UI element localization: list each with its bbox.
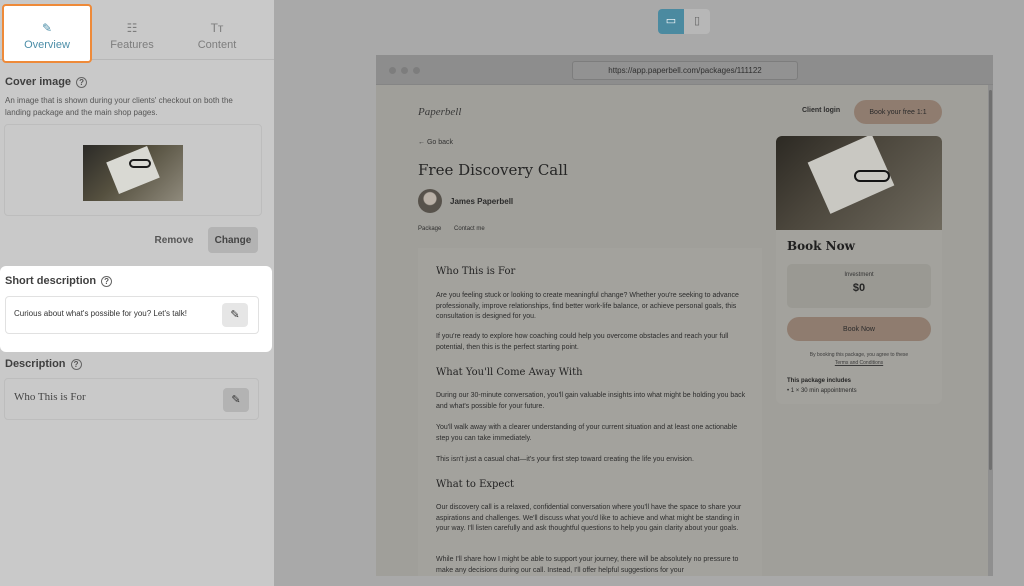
- device-toggle: ▭ ▯: [658, 9, 710, 34]
- preview-page: Paperbell Client login Book your free 1:…: [376, 85, 988, 576]
- address-bar[interactable]: https://app.paperbell.com/packages/11112…: [572, 61, 798, 80]
- tab-content[interactable]: Tт Content: [176, 0, 258, 60]
- window-dot-maximize: [413, 67, 420, 74]
- description-title: Description ?: [5, 358, 82, 370]
- section-heading: What You'll Come Away With: [436, 367, 583, 378]
- book-now-button[interactable]: Book Now: [787, 317, 931, 341]
- terms-link[interactable]: Terms and Conditions: [835, 360, 883, 366]
- cover-image: [776, 136, 942, 230]
- scrollbar[interactable]: [988, 85, 993, 576]
- paragraph: This isn't just a casual chat—it's your …: [436, 456, 694, 463]
- short-description-title: Short description ?: [5, 275, 113, 287]
- terms-notice-text: By booking this package, you agree to th…: [809, 352, 909, 358]
- editor-tabs: ✎ Overview ☷ Features Tт Content: [0, 0, 274, 63]
- browser-chrome: https://app.paperbell.com/packages/11112…: [376, 55, 993, 85]
- booking-card: Book Now Investment $0 Book Now By booki…: [776, 136, 942, 404]
- cover-image-thumbnail: [83, 145, 183, 201]
- desktop-icon[interactable]: ▭: [658, 9, 684, 34]
- pencil-icon: ✎: [231, 394, 241, 406]
- text-size-icon: Tт: [210, 21, 224, 35]
- window-dot-close: [389, 67, 396, 74]
- go-back-link[interactable]: ← Go back: [418, 139, 453, 146]
- tab-overview-label: Overview: [24, 39, 70, 51]
- section-heading: What to Expect: [436, 479, 514, 490]
- cover-image-description: An image that is shown during your clien…: [5, 96, 233, 117]
- book-free-button[interactable]: Book your free 1:1: [854, 100, 942, 124]
- package-description: Who This is For Are you feeling stuck or…: [418, 248, 762, 576]
- package-title: Free Discovery Call: [418, 161, 568, 179]
- cover-glasses: [854, 170, 890, 182]
- short-description-section: Short description ? Curious about what's…: [0, 266, 272, 352]
- cover-image-title: Cover image ?: [5, 76, 88, 88]
- includes-title: This package includes: [787, 378, 852, 384]
- investment-box: Investment $0: [787, 264, 931, 308]
- client-login-link[interactable]: Client login: [802, 107, 840, 114]
- cover-image-title-text: Cover image: [5, 76, 72, 88]
- cover-image-box: [4, 124, 262, 216]
- browser-preview: https://app.paperbell.com/packages/11112…: [376, 55, 993, 576]
- help-icon[interactable]: ?: [70, 358, 82, 370]
- investment-value: $0: [852, 282, 866, 294]
- thumbnail-glasses: [129, 159, 151, 168]
- author-name: James Paperbell: [450, 197, 514, 206]
- remove-button[interactable]: Remove: [148, 228, 200, 252]
- booking-card-title: Book Now: [787, 239, 855, 253]
- terms-notice: By booking this package, you agree to th…: [787, 351, 931, 367]
- paragraph: If you're ready to explore how coaching …: [436, 333, 729, 351]
- help-icon[interactable]: ?: [76, 76, 88, 88]
- thumbnail-paper: [106, 145, 160, 195]
- help-icon[interactable]: ?: [101, 275, 113, 287]
- editor-panel: ✎ Overview ☷ Features Tт Content Cover i…: [0, 0, 274, 586]
- tab-content-label: Content: [197, 39, 237, 51]
- paragraph: You'll walk away with a clearer understa…: [436, 424, 738, 442]
- short-description-field[interactable]: Curious about what's possible for you? L…: [5, 296, 259, 334]
- paragraph: Are you feeling stuck or looking to crea…: [436, 292, 739, 320]
- package-link[interactable]: Package: [418, 226, 441, 232]
- tab-overview[interactable]: ✎ Overview: [2, 4, 92, 63]
- short-description-value: Curious about what's possible for you? L…: [14, 309, 187, 318]
- change-button[interactable]: Change: [208, 227, 258, 253]
- description-title-text: Description: [5, 358, 66, 370]
- contact-link[interactable]: Contact me: [454, 226, 485, 232]
- description-field[interactable]: Who This is For ✎: [4, 378, 259, 420]
- list-icon: ☷: [126, 21, 138, 35]
- scrollbar-thumb[interactable]: [989, 90, 992, 470]
- pencil-icon: ✎: [230, 309, 240, 321]
- window-dot-minimize: [401, 67, 408, 74]
- paragraph: Our discovery call is a relaxed, confide…: [436, 504, 742, 532]
- tab-features-label: Features: [110, 39, 154, 51]
- edit-description-button[interactable]: ✎: [223, 388, 249, 412]
- edit-short-description-button[interactable]: ✎: [222, 303, 248, 327]
- paragraph: During our 30-minute conversation, you'l…: [436, 392, 746, 410]
- includes-item: • 1 × 30 min appointments: [787, 388, 857, 394]
- investment-label: Investment: [844, 272, 874, 278]
- description-value: Who This is For: [14, 391, 86, 403]
- tab-features[interactable]: ☷ Features: [92, 0, 172, 60]
- pencil-icon: ✎: [41, 21, 53, 35]
- avatar: [418, 189, 442, 213]
- mobile-icon[interactable]: ▯: [684, 9, 710, 34]
- short-description-title-text: Short description: [5, 275, 97, 287]
- paragraph: While I'll share how I might be able to …: [436, 556, 739, 574]
- package-links: Package Contact me: [418, 226, 496, 232]
- paperbell-logo[interactable]: Paperbell: [418, 106, 461, 118]
- section-heading: Who This is For: [436, 266, 516, 277]
